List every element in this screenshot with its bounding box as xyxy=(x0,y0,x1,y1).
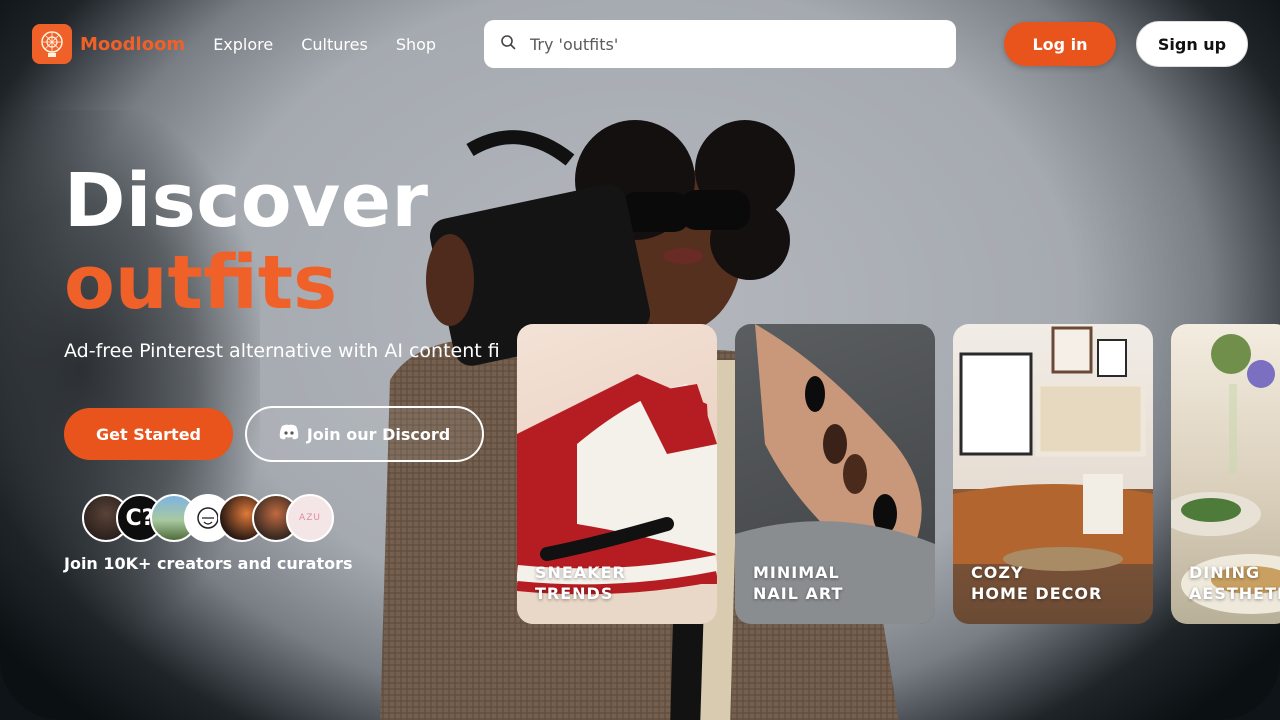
login-button[interactable]: Log in xyxy=(1004,22,1116,66)
join-discord-label: Join our Discord xyxy=(306,424,451,444)
card-label: COZY HOME DECOR xyxy=(971,563,1103,603)
hero-title-highlight: outfits xyxy=(64,240,338,326)
card-minimal-nail-art[interactable]: MINIMAL NAIL ART xyxy=(735,324,935,624)
get-started-button[interactable]: Get Started xyxy=(64,408,233,460)
logo[interactable]: Moodloom xyxy=(32,24,185,64)
card-label: SNEAKER TRENDS xyxy=(535,563,626,603)
creator-avatars: C? AZU xyxy=(82,494,342,542)
top-nav: Moodloom Explore Cultures Shop Log in Si… xyxy=(32,20,1248,68)
nav-link-shop[interactable]: Shop xyxy=(396,35,436,54)
card-cozy-home-decor[interactable]: COZY HOME DECOR xyxy=(953,324,1153,624)
join-discord-button[interactable]: Join our Discord xyxy=(245,406,484,462)
card-label: MINIMAL NAIL ART xyxy=(753,563,844,603)
card-dining-aesthetics[interactable]: DININGAESTHETICS xyxy=(1171,324,1280,624)
brand-name: Moodloom xyxy=(80,33,186,55)
search-input[interactable] xyxy=(530,34,910,54)
logo-icon xyxy=(32,24,72,64)
discord-icon xyxy=(279,424,299,444)
avatar: AZU xyxy=(286,494,334,542)
nav-link-explore[interactable]: Explore xyxy=(213,35,273,54)
hero-subtitle: Ad-free Pinterest alternative with AI co… xyxy=(64,340,500,362)
search-icon xyxy=(500,34,516,54)
hero-title: Discover xyxy=(64,158,429,244)
card-label: DININGAESTHETICS xyxy=(1189,563,1280,603)
nav-link-cultures[interactable]: Cultures xyxy=(301,35,368,54)
nav-links: Explore Cultures Shop xyxy=(213,35,436,54)
community-text: Join 10K+ creators and curators xyxy=(64,554,353,573)
search-bar[interactable] xyxy=(484,20,956,68)
card-sneaker-trends[interactable]: SNEAKER TRENDS xyxy=(517,324,717,624)
signup-button[interactable]: Sign up xyxy=(1136,21,1248,67)
